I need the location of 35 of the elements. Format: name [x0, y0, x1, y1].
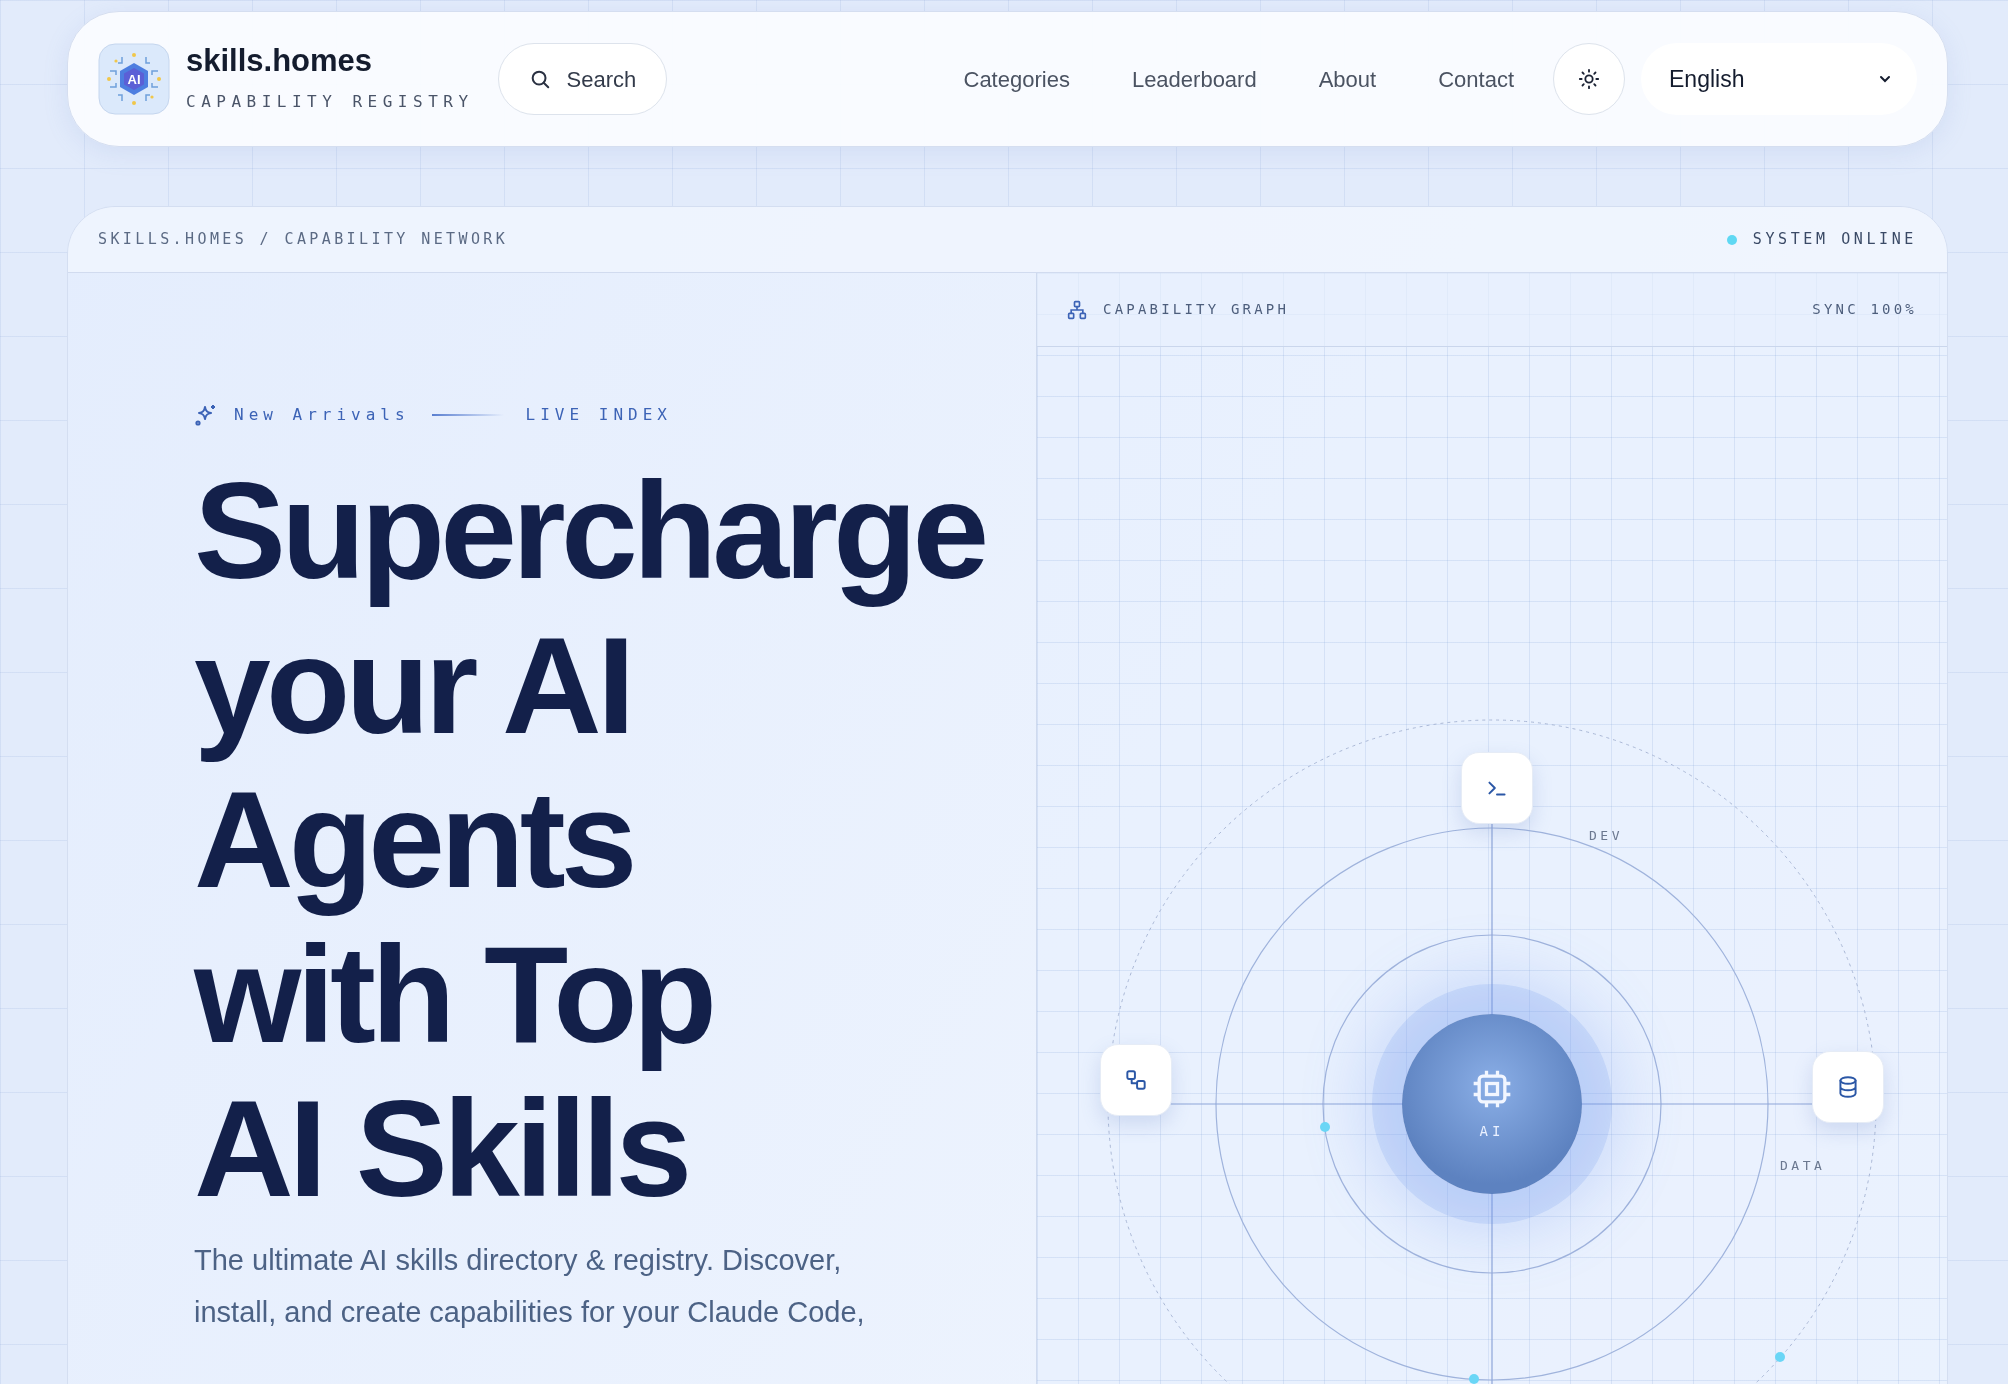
graph-node[interactable] [1100, 1044, 1172, 1116]
orbit-dot [1320, 1122, 1330, 1132]
breadcrumb: SKILLS.HOMES / CAPABILITY NETWORK [98, 229, 509, 251]
workflow-icon [1123, 1067, 1149, 1093]
sparkle-icon [194, 403, 218, 427]
sync-status: SYNC 100% [1812, 300, 1917, 319]
headline-line: AI Skills [194, 1071, 689, 1226]
description: The ultimate AI skills directory & registry. Discover, install, and create capabilities for your Claude Code, [194, 1242, 866, 1330]
graph-title: CAPABILITY GRAPH [1103, 300, 1290, 319]
hierarchy-icon [1067, 299, 1087, 320]
nav-link[interactable]: About [1287, 62, 1408, 96]
logo[interactable]: AI [98, 43, 170, 115]
status-dot [1726, 234, 1737, 245]
orbit-dot [1469, 1374, 1479, 1384]
graph-node[interactable] [1812, 1051, 1884, 1123]
headline-line: your AI [194, 607, 632, 763]
eyebrow-label: New Arrivals [234, 404, 410, 426]
node-label: DEV [1589, 827, 1623, 845]
orbit-dot [1775, 1352, 1785, 1362]
status-text: SYSTEM ONLINE [1752, 229, 1917, 251]
brand-name[interactable]: skills.homes [186, 44, 474, 76]
tagline: CAPABILITY REGISTRY [186, 90, 474, 113]
eyebrow-tag: LIVE INDEX [525, 403, 672, 427]
language-select[interactable]: English [1641, 43, 1917, 115]
headline-line: Supercharge [194, 453, 986, 608]
graph-node[interactable] [1461, 752, 1533, 824]
headline-line: Agents [194, 762, 634, 917]
nav-link[interactable]: Categories [932, 62, 1101, 96]
search-button[interactable]: Search [497, 43, 668, 115]
headline-line: with Top [194, 916, 714, 1072]
nav-link[interactable]: Contact [1407, 62, 1545, 96]
sun-icon [1578, 68, 1600, 90]
node-label: DATA [1780, 1157, 1826, 1175]
core-label: AI [1479, 1121, 1505, 1141]
nav-link[interactable]: Leaderboard [1100, 62, 1288, 96]
